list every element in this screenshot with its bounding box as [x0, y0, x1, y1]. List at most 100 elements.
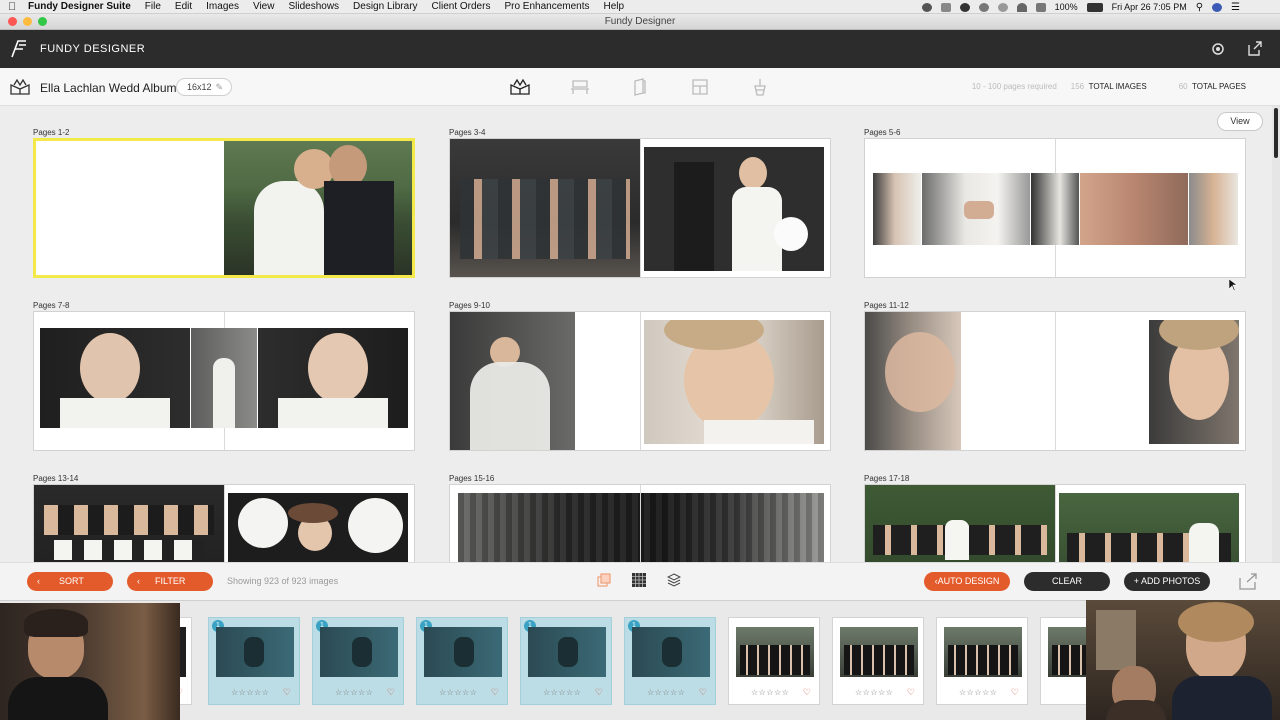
media-icon[interactable]	[978, 2, 989, 12]
tray-thumbnail[interactable]: 1 ☆☆☆☆☆ ♡	[624, 617, 716, 705]
spread-photo[interactable]	[450, 312, 575, 450]
spread-photo[interactable]	[40, 328, 190, 428]
tray-thumbnail[interactable]: ☆☆☆☆☆ ♡	[832, 617, 924, 705]
sort-button[interactable]: ‹ SORT	[27, 572, 113, 591]
menu-design-library[interactable]: Design Library	[353, 1, 417, 12]
spread-13-14[interactable]	[33, 484, 415, 562]
spread-photo[interactable]	[873, 173, 921, 245]
menu-edit[interactable]: Edit	[175, 1, 192, 12]
filter-button[interactable]: ‹ FILTER	[127, 572, 213, 591]
star-rating[interactable]: ☆☆☆☆☆	[959, 688, 997, 697]
user-avatar-icon[interactable]	[1212, 2, 1223, 12]
dropbox-icon[interactable]	[959, 2, 970, 12]
battery-icon[interactable]	[1086, 2, 1103, 12]
spread-photo[interactable]	[228, 493, 408, 562]
tray-thumbnail[interactable]: ☆☆☆☆☆ ♡	[936, 617, 1028, 705]
spread-photo[interactable]	[458, 493, 824, 562]
spread-photo[interactable]	[1149, 320, 1239, 444]
scrollbar-thumb[interactable]	[1274, 108, 1278, 158]
star-rating[interactable]: ☆☆☆☆☆	[231, 688, 269, 697]
layers-icon[interactable]	[667, 573, 681, 587]
apple-menu-icon[interactable]: 	[8, 1, 28, 13]
heart-icon[interactable]: ♡	[803, 687, 811, 698]
tray-thumbnail[interactable]: 1 ☆☆☆☆☆ ♡	[312, 617, 404, 705]
star-rating[interactable]: ☆☆☆☆☆	[647, 688, 685, 697]
grid-view-icon[interactable]	[632, 573, 646, 587]
spread-5-6[interactable]	[864, 138, 1246, 278]
menu-view[interactable]: View	[253, 1, 275, 12]
spread-photo[interactable]	[1059, 493, 1239, 562]
spread-photo[interactable]	[1031, 173, 1079, 245]
menubar-clock[interactable]: Fri Apr 26 7:05 PM	[1112, 2, 1187, 12]
album-size-selector[interactable]: 16x12 ✎	[176, 78, 232, 96]
airplay-icon[interactable]	[1035, 2, 1046, 12]
heart-icon[interactable]: ♡	[907, 687, 915, 698]
menu-slideshows[interactable]: Slideshows	[288, 1, 339, 12]
time-machine-icon[interactable]	[997, 2, 1008, 12]
heart-icon[interactable]: ♡	[699, 687, 707, 698]
menu-client-orders[interactable]: Client Orders	[432, 1, 491, 12]
heart-icon[interactable]: ♡	[283, 687, 291, 698]
minimize-window-button[interactable]	[23, 17, 32, 26]
auto-design-button[interactable]: ‹AUTO DESIGN	[924, 572, 1010, 591]
tab-gallery-icon[interactable]	[750, 78, 770, 96]
spread-photo[interactable]	[865, 485, 1055, 562]
spread-11-12[interactable]	[864, 311, 1246, 451]
star-rating[interactable]: ☆☆☆☆☆	[543, 688, 581, 697]
external-link-icon[interactable]	[1246, 41, 1262, 57]
tab-album-icon[interactable]	[510, 78, 530, 96]
spread-photo[interactable]	[224, 141, 412, 275]
spread-15-16[interactable]	[449, 484, 831, 562]
stack-view-icon[interactable]	[597, 573, 611, 587]
tab-layout-icon[interactable]	[690, 78, 710, 96]
export-icon[interactable]	[1238, 572, 1258, 590]
screen-icon[interactable]	[940, 2, 951, 12]
spread-photo[interactable]	[644, 320, 824, 444]
view-button[interactable]: View	[1217, 112, 1263, 131]
tray-thumbnail[interactable]: 1 ☆☆☆☆☆ ♡	[208, 617, 300, 705]
tray-thumbnail[interactable]: 1 ☆☆☆☆☆ ♡	[416, 617, 508, 705]
skype-icon[interactable]	[921, 2, 932, 12]
spread-photo[interactable]	[450, 139, 640, 277]
menu-images[interactable]: Images	[206, 1, 239, 12]
spread-1-2[interactable]	[33, 138, 415, 278]
star-rating[interactable]: ☆☆☆☆☆	[751, 688, 789, 697]
settings-gear-icon[interactable]	[1210, 41, 1226, 57]
spread-photo[interactable]	[191, 328, 257, 428]
heart-icon[interactable]: ♡	[595, 687, 603, 698]
spread-photo[interactable]	[258, 328, 408, 428]
menu-pro-enhancements[interactable]: Pro Enhancements	[504, 1, 589, 12]
star-rating[interactable]: ☆☆☆☆☆	[439, 688, 477, 697]
spread-photo[interactable]	[1080, 173, 1188, 245]
workspace-scrollbar[interactable]	[1272, 106, 1280, 562]
wifi-icon[interactable]	[1016, 2, 1027, 12]
menu-file[interactable]: File	[145, 1, 161, 12]
spread-9-10[interactable]	[449, 311, 831, 451]
spread-photo[interactable]	[644, 147, 824, 271]
spread-7-8[interactable]	[33, 311, 415, 451]
menu-app-name[interactable]: Fundy Designer Suite	[28, 1, 131, 12]
spread-photo[interactable]	[922, 173, 1030, 245]
tab-wall-art-icon[interactable]	[570, 78, 590, 96]
star-rating[interactable]: ☆☆☆☆☆	[855, 688, 893, 697]
spread-photo[interactable]	[34, 485, 224, 562]
spread-photo[interactable]	[1189, 173, 1238, 245]
tab-cards-icon[interactable]	[630, 78, 650, 96]
menu-help[interactable]: Help	[604, 1, 625, 12]
heart-icon[interactable]: ♡	[491, 687, 499, 698]
spread-3-4[interactable]	[449, 138, 831, 278]
spotlight-icon[interactable]: ⚲	[1196, 2, 1203, 13]
heart-icon[interactable]: ♡	[1011, 687, 1019, 698]
heart-icon[interactable]: ♡	[387, 687, 395, 698]
star-rating[interactable]: ☆☆☆☆☆	[335, 688, 373, 697]
notification-center-icon[interactable]: ☰	[1231, 2, 1240, 13]
spread-photo[interactable]	[865, 312, 961, 450]
tray-thumbnail[interactable]: ☆☆☆☆☆ ♡	[728, 617, 820, 705]
tray-thumbnail[interactable]: 1 ☆☆☆☆☆ ♡	[520, 617, 612, 705]
zoom-window-button[interactable]	[38, 17, 47, 26]
add-photos-button[interactable]: + ADD PHOTOS	[1124, 572, 1210, 591]
album-title[interactable]: Ella Lachlan Wedd Album	[40, 81, 177, 95]
close-window-button[interactable]	[8, 17, 17, 26]
spread-17-18[interactable]	[864, 484, 1246, 562]
clear-button[interactable]: CLEAR	[1024, 572, 1110, 591]
